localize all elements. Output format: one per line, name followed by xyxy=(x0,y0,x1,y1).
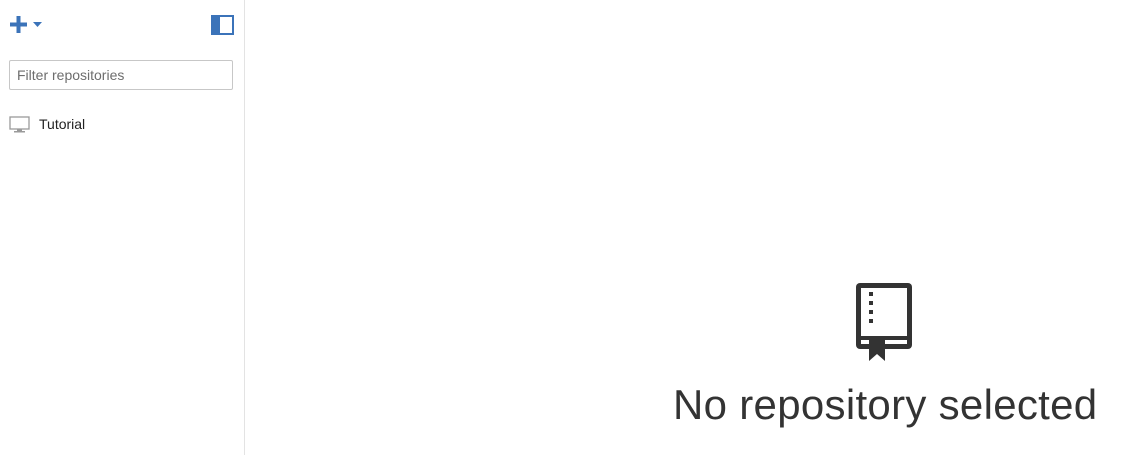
chevron-down-icon xyxy=(33,22,42,27)
monitor-icon xyxy=(9,116,30,133)
add-repository-button[interactable] xyxy=(9,14,45,36)
main-panel: No repository selected xyxy=(246,0,1143,455)
sidebar-toolbar xyxy=(0,0,245,50)
repository-item-tutorial[interactable]: Tutorial xyxy=(0,112,244,138)
empty-state-message: No repository selected xyxy=(673,381,1098,428)
app-window: Tutorial No repository selected xyxy=(0,0,1143,455)
toggle-sidebar-icon[interactable] xyxy=(211,15,234,35)
repository-label: Tutorial xyxy=(39,116,86,132)
repository-book-icon xyxy=(856,283,912,361)
filter-repositories-input[interactable] xyxy=(9,60,233,90)
plus-icon xyxy=(10,16,27,33)
sidebar: Tutorial xyxy=(0,0,245,455)
